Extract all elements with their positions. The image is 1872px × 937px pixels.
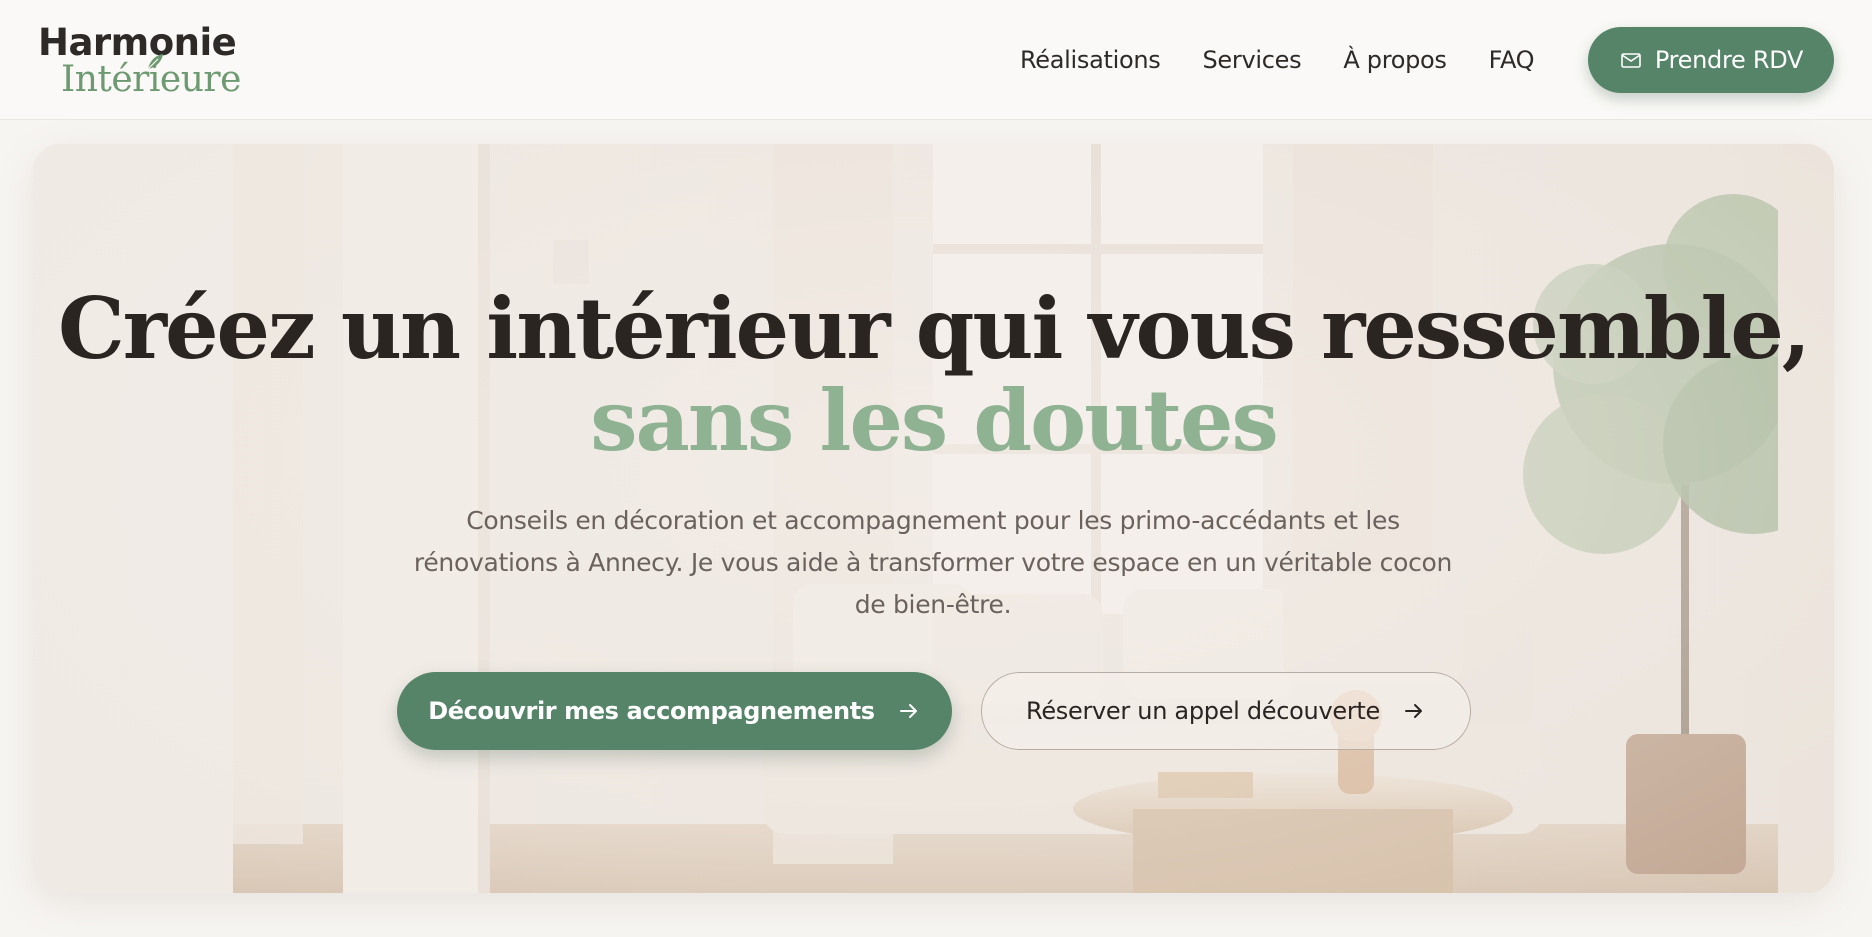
discover-offers-label: Découvrir mes accompagnements [428,697,875,725]
prendre-rdv-label: Prendre RDV [1654,46,1804,74]
main-nav: Réalisations Services À propos FAQ [1020,40,1535,80]
hero-title: Créez un intérieur qui vous ressemble, [57,279,1811,378]
arrow-right-icon [1404,704,1422,718]
logo[interactable]: Harmonie Intérieure [38,21,241,102]
leaf-icon [147,54,163,70]
nav-link-services[interactable]: Services [1203,46,1302,74]
hero-title-accent: sans les doutes [590,371,1279,470]
discover-offers-button[interactable]: Découvrir mes accompagnements [397,672,952,750]
hero-subtitle: Conseils en décoration et accompagnement… [413,506,1453,619]
nav-link-faq[interactable]: FAQ [1489,46,1535,74]
mail-icon [1621,53,1641,68]
prendre-rdv-button[interactable]: Prendre RDV [1588,27,1834,93]
book-discovery-call-button[interactable]: Réserver un appel découverte [981,672,1471,750]
nav-link-realisations[interactable]: Réalisations [1020,46,1161,74]
book-discovery-call-label: Réserver un appel découverte [1026,697,1380,725]
site-header: Harmonie Intérieure Réalisations Service… [0,0,1872,120]
hero-section: Créez un intérieur qui vous ressemble, s… [33,144,1834,893]
logo-text-harmonie: Harmonie [38,21,237,64]
arrow-right-icon [899,704,917,718]
nav-link-a-propos[interactable]: À propos [1343,46,1447,74]
